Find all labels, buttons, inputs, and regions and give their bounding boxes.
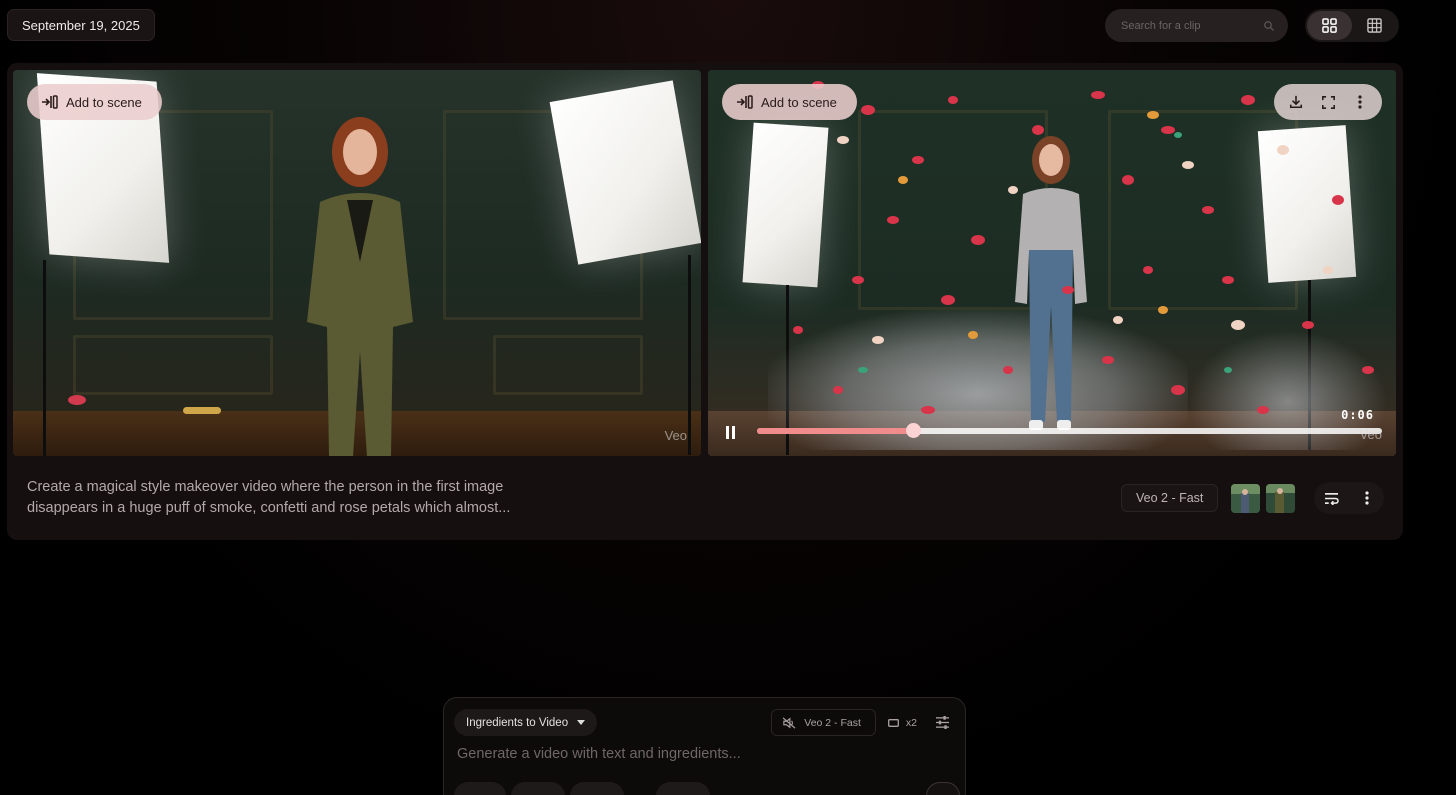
clip-prompt[interactable]: Create a magical style makeover video wh…	[27, 477, 547, 519]
add-to-scene-label: Add to scene	[66, 94, 142, 110]
clip-model-badge: Veo 2 - Fast	[1121, 484, 1219, 512]
veo-watermark: Veo	[1359, 427, 1382, 442]
rose-petals-layer	[708, 70, 1396, 456]
video-scrubber[interactable]	[757, 423, 1382, 438]
date-header: September 19, 2025	[7, 9, 155, 41]
card-more-button[interactable]	[1354, 485, 1380, 511]
woman-in-olive-suit	[295, 112, 425, 456]
reuse-prompt-button[interactable]	[1319, 485, 1345, 511]
wrap-text-icon	[1324, 492, 1339, 505]
caret-down-icon	[577, 720, 586, 725]
clip-toolbar	[1274, 84, 1382, 120]
mode-dropdown[interactable]: Ingredients to Video	[454, 709, 598, 736]
grid-small-view-button[interactable]	[1352, 11, 1397, 40]
send-button[interactable]	[926, 782, 960, 795]
aspect-ratio-icon	[887, 718, 899, 727]
more-options-button[interactable]	[1347, 89, 1373, 115]
audio-off-icon	[782, 716, 796, 729]
ingredient-slot-button[interactable]	[511, 782, 565, 795]
more-vert-icon	[1364, 491, 1369, 505]
tune-settings-button[interactable]	[929, 710, 955, 736]
clip-card: Add to scene Veo Add to scene 0:06 Veo C…	[7, 63, 1403, 540]
wall-panel	[73, 335, 273, 395]
video-timecode: 0:06	[1341, 408, 1374, 422]
add-to-scene-button[interactable]: Add to scene	[27, 84, 162, 120]
flow-page: September 19, 2025 Search for a clip Add…	[0, 0, 1456, 795]
prompt-input[interactable]	[457, 746, 947, 762]
ingredient-slot-button[interactable]	[570, 782, 624, 795]
clip-model-label: Veo 2 - Fast	[1136, 491, 1204, 505]
veo-watermark: Veo	[664, 428, 687, 443]
confetti-piece	[183, 407, 221, 414]
grid-2x2-icon	[1322, 18, 1337, 33]
wall-panel	[493, 335, 643, 395]
date-label: September 19, 2025	[22, 17, 140, 33]
add-to-scene-icon	[736, 95, 753, 109]
pause-icon-bar	[732, 426, 735, 439]
search-input[interactable]	[1121, 19, 1263, 32]
rose-petal	[68, 395, 86, 405]
composer-model-button[interactable]: Veo 2 - Fast	[771, 709, 876, 736]
add-ingredient-button[interactable]	[656, 782, 710, 795]
search-icon	[1263, 20, 1275, 32]
output-count-label: x2	[905, 716, 917, 729]
prompt-composer: Ingredients to Video Veo 2 - Fast x2	[443, 697, 966, 795]
fullscreen-icon	[1321, 95, 1335, 109]
download-button[interactable]	[1283, 89, 1309, 115]
grid-3x3-icon	[1367, 18, 1382, 33]
ingredient-image-thumbnail[interactable]: Add to scene Veo	[13, 70, 701, 456]
composer-model-label: Veo 2 - Fast	[804, 716, 861, 729]
pause-button[interactable]	[726, 426, 740, 440]
tune-icon	[935, 716, 950, 729]
add-to-scene-icon	[41, 95, 58, 109]
add-to-scene-button[interactable]: Add to scene	[722, 84, 857, 120]
video-player[interactable]: Add to scene 0:06 Veo	[708, 70, 1396, 456]
add-to-scene-label: Add to scene	[761, 94, 837, 110]
scrubber-progress	[757, 428, 914, 434]
ingredient-thumbnail[interactable]	[1231, 484, 1260, 513]
light-stand	[688, 255, 691, 455]
ingredient-slot-button[interactable]	[454, 782, 506, 795]
ingredient-thumbnail[interactable]	[1266, 484, 1295, 513]
view-toggle	[1305, 9, 1399, 42]
output-count-button[interactable]: x2	[887, 716, 917, 729]
clip-search[interactable]	[1105, 9, 1288, 42]
more-vert-icon	[1358, 95, 1362, 109]
mode-label: Ingredients to Video	[466, 716, 569, 729]
light-stand	[43, 260, 46, 456]
card-actions	[1314, 482, 1384, 514]
pause-icon-bar	[726, 426, 729, 439]
download-icon	[1289, 95, 1303, 109]
fullscreen-button[interactable]	[1315, 89, 1341, 115]
grid-large-view-button[interactable]	[1307, 11, 1352, 40]
generation-settings: Veo 2 - Fast x2	[771, 709, 955, 736]
